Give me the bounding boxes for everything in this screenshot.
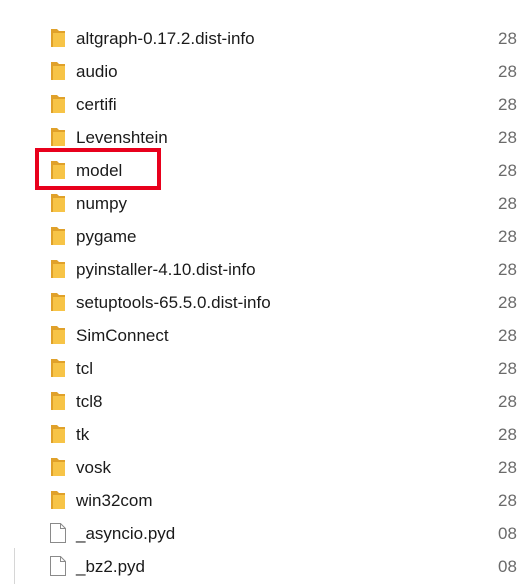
- file-icon: [48, 522, 68, 544]
- item-date-modified: 28: [498, 29, 517, 48]
- item-name: Levenshtein: [76, 128, 168, 147]
- item-date-modified: 28: [498, 128, 517, 147]
- folder-row[interactable]: pygame 28: [0, 220, 520, 253]
- item-date-modified: 28: [498, 458, 517, 477]
- folder-icon: [48, 291, 68, 313]
- item-name: tcl8: [76, 392, 103, 411]
- item-date-modified: 28: [498, 194, 517, 213]
- item-name: tk: [76, 425, 90, 444]
- item-date-modified: 28: [498, 62, 517, 81]
- item-date-modified: 28: [498, 161, 517, 180]
- item-date-modified: 28: [498, 260, 517, 279]
- folder-icon: [48, 390, 68, 412]
- folder-icon: [48, 126, 68, 148]
- folder-row[interactable]: model 28: [0, 154, 520, 187]
- item-date-modified: 28: [498, 359, 517, 378]
- folder-row[interactable]: setuptools-65.5.0.dist-info 28: [0, 286, 520, 319]
- file-row[interactable]: _asyncio.pyd 08: [0, 517, 520, 550]
- item-date-modified: 28: [498, 293, 517, 312]
- folder-row[interactable]: numpy 28: [0, 187, 520, 220]
- item-date-modified: 28: [498, 227, 517, 246]
- file-list-pane: altgraph-0.17.2.dist-info 28 audio 28 certif…: [0, 0, 520, 584]
- folder-icon: [48, 93, 68, 115]
- item-date-modified: 28: [498, 326, 517, 345]
- file-row[interactable]: _bz2.pyd 08: [0, 550, 520, 583]
- folder-row[interactable]: altgraph-0.17.2.dist-info 28: [0, 22, 520, 55]
- item-name: tcl: [76, 359, 93, 378]
- item-name: win32com: [76, 491, 153, 510]
- folder-icon: [48, 423, 68, 445]
- folder-row[interactable]: vosk 28: [0, 451, 520, 484]
- item-date-modified: 08: [498, 557, 517, 576]
- folder-row[interactable]: SimConnect 28: [0, 319, 520, 352]
- folder-icon: [48, 258, 68, 280]
- item-date-modified: 28: [498, 95, 517, 114]
- folder-icon: [48, 225, 68, 247]
- folder-row[interactable]: tk 28: [0, 418, 520, 451]
- folder-icon: [48, 324, 68, 346]
- folder-row[interactable]: tcl 28: [0, 352, 520, 385]
- item-name: audio: [76, 62, 118, 81]
- pane-divider: [14, 548, 15, 584]
- folder-icon: [48, 60, 68, 82]
- item-name: altgraph-0.17.2.dist-info: [76, 29, 255, 48]
- folder-row[interactable]: audio 28: [0, 55, 520, 88]
- item-name: pyinstaller-4.10.dist-info: [76, 260, 256, 279]
- folder-row[interactable]: certifi 28: [0, 88, 520, 121]
- item-name: pygame: [76, 227, 137, 246]
- item-name: vosk: [76, 458, 111, 477]
- item-name: _bz2.pyd: [76, 557, 145, 576]
- folder-row[interactable]: pyinstaller-4.10.dist-info 28: [0, 253, 520, 286]
- folder-icon: [48, 489, 68, 511]
- item-date-modified: 28: [498, 392, 517, 411]
- item-name: certifi: [76, 95, 117, 114]
- folder-icon: [48, 192, 68, 214]
- item-name: setuptools-65.5.0.dist-info: [76, 293, 271, 312]
- folder-row[interactable]: tcl8 28: [0, 385, 520, 418]
- item-date-modified: 08: [498, 524, 517, 543]
- item-date-modified: 28: [498, 491, 517, 510]
- folder-row[interactable]: Levenshtein 28: [0, 121, 520, 154]
- folder-row[interactable]: win32com 28: [0, 484, 520, 517]
- folder-icon: [48, 27, 68, 49]
- folder-icon: [48, 357, 68, 379]
- file-list: altgraph-0.17.2.dist-info 28 audio 28 certif…: [0, 22, 520, 583]
- item-date-modified: 28: [498, 425, 517, 444]
- folder-icon: [48, 159, 68, 181]
- item-name: model: [76, 161, 123, 180]
- item-name: numpy: [76, 194, 128, 213]
- file-icon: [48, 555, 68, 577]
- item-name: SimConnect: [76, 326, 169, 345]
- item-name: _asyncio.pyd: [76, 524, 176, 543]
- folder-icon: [48, 456, 68, 478]
